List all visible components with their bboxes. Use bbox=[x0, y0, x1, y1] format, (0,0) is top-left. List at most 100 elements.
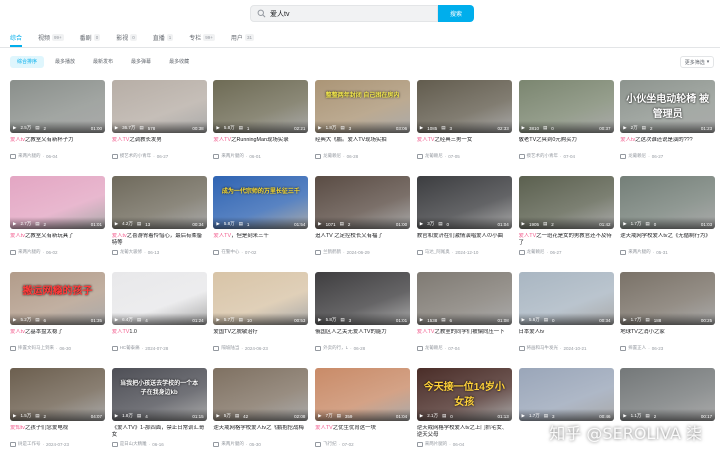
uploader-name[interactable]: 摸艺术的小青年 bbox=[120, 153, 152, 159]
sort-option-4[interactable]: 最多收藏 bbox=[162, 56, 196, 68]
uploader-name[interactable]: 龙葡赖尼 bbox=[527, 249, 545, 255]
video-card[interactable]: ▶ 5.8万 ▤ 1 02:21 爱人TV之RunningMan现场实录 来两片腿的 · 06-… bbox=[213, 80, 309, 159]
video-thumbnail[interactable]: ▶ 1905 ▤ 2 01:42 bbox=[518, 176, 614, 229]
video-thumbnail[interactable]: ▶ 6.4万 ▤ 4 01:24 bbox=[111, 272, 207, 325]
video-thumbnail[interactable]: 今天接一位14岁小女孩 ▶ 2.1万 ▤ 0 01:13 bbox=[416, 368, 512, 421]
uploader-name[interactable]: 兰鹤鹤鹤 bbox=[323, 249, 341, 255]
video-title[interactable]: 逆天戒网格学校爱人tv之飞鹏抱挖战梅 bbox=[213, 425, 308, 439]
video-card[interactable]: ▶ 5.8万 ▤ 3 01:01 俄国区人之关无爱人TV的能力 外卖的行，L · 06-28 bbox=[315, 272, 411, 351]
search-box[interactable] bbox=[250, 5, 438, 22]
video-title[interactable]: 爱人TV之教室的同学们被偏向压一下 bbox=[417, 329, 512, 343]
video-title[interactable]: 逆天戒网学校爱人tv之《无循制行为》 bbox=[620, 233, 715, 247]
uploader-name[interactable]: 来两片腿的 bbox=[18, 249, 41, 255]
video-title[interactable]: 爱人TV之优生优育这一块 bbox=[315, 425, 410, 439]
video-thumbnail[interactable]: ▶ 1085 ▤ 3 02:33 bbox=[416, 80, 512, 133]
video-thumbnail[interactable]: ▶ 3810 ▤ 0 00:37 bbox=[518, 80, 614, 133]
uploader-name[interactable]: 龙葡赖尼 bbox=[425, 153, 443, 159]
more-filters-button[interactable]: 更多筛选 ▾ bbox=[680, 56, 714, 68]
uploader-name[interactable]: 隔坡陆当 bbox=[221, 345, 239, 351]
video-card[interactable]: ▶ 3810 ▤ 0 00:37 敬老TV之冥到0元购买力 摸艺术的小青年 · 07-04 bbox=[518, 80, 614, 159]
video-card[interactable]: ▶ 5.6万 ▤ 0 00:34 日本爱人tv 将画和马牛发光 · 2024-10-21 bbox=[518, 272, 614, 351]
tab-1[interactable]: 视频 99+ bbox=[38, 33, 64, 42]
video-title[interactable]: 《爱人TV》1-那四面，禁止日常训汇哥女 bbox=[112, 425, 207, 439]
video-card[interactable]: ▶ 6.4万 ▤ 4 01:24 爱人TV1.0 HC葡泰痛 · 2024-07-28 bbox=[111, 272, 207, 351]
video-title[interactable]: 爱知tv之孩子们念爱电视 bbox=[10, 425, 105, 439]
uploader-name[interactable]: 摔置文码马上到来 bbox=[18, 345, 54, 351]
uploader-name[interactable]: 龙葡赖尼 bbox=[323, 153, 341, 159]
video-title[interactable]: 俄国区人之关无爱人TV的能力 bbox=[315, 329, 410, 343]
video-card[interactable]: ▶ 1.5万 ▤ 2 04:07 爱知tv之孩子们念爱电视 树是工作号 · 2024-07-23 bbox=[10, 368, 105, 447]
video-thumbnail[interactable]: ▶ 1.7万 ▤ 3 00:46 bbox=[518, 368, 614, 421]
video-card[interactable]: 成为一代宗师的万里长征三千 ▶ 5.8万 ▤ 1 01:54 爱人TV，但是刻米三千 在警中心… bbox=[213, 176, 309, 255]
video-card[interactable]: 小伙坐电动轮椅 被管理员 ▶ 2万 ▤ 2 01:23 爱人tv之这次谁还说是演的??? 龙葡… bbox=[620, 80, 716, 159]
video-title[interactable]: 追人TV 之足控校长又有福了 bbox=[315, 233, 410, 247]
video-title[interactable]: 爱人TV之调教长发男 bbox=[112, 137, 207, 151]
video-thumbnail[interactable]: 当我把小孩送去学校的一个本子在我身边kb ▶ 1.8万 ▤ 4 01:15 bbox=[111, 368, 207, 421]
uploader-name[interactable]: 摸艺术的小青年 bbox=[527, 153, 559, 159]
video-thumbnail[interactable]: ▶ 3万 ▤ 0 01:04 bbox=[416, 176, 512, 229]
video-thumbnail[interactable]: ▶ 36.7万 ▤ 578 00:38 bbox=[111, 80, 207, 133]
video-thumbnail[interactable]: 小伙坐电动轮椅 被管理员 ▶ 2万 ▤ 2 01:23 bbox=[620, 80, 716, 133]
sort-option-0[interactable]: 综合排序 bbox=[10, 56, 45, 68]
sort-option-2[interactable]: 最新发布 bbox=[86, 56, 120, 68]
video-thumbnail[interactable]: 整整两年封闭 自己困在房内 ▶ 1.8万 ▤ 3 03:06 bbox=[315, 80, 411, 133]
uploader-name[interactable]: HC葡泰痛 bbox=[120, 345, 140, 351]
video-card[interactable]: ▶ 1538 ▤ 6 01:08 爱人TV之教室的同学们被偏向压一下 龙葡赖尼 · 07-04 bbox=[416, 272, 512, 351]
video-title[interactable]: 爱人tv之基本盘太稳了 bbox=[10, 329, 105, 343]
video-thumbnail[interactable]: 搬运网瘾的孩子 ▶ 5.2万 ▤ 6 01:35 bbox=[10, 272, 105, 325]
video-card[interactable]: ▶ 1.7万 ▤ 3 00:46 bbox=[518, 368, 614, 421]
video-title[interactable]: 教官和爱济在们激情演唱爱人の小曲 bbox=[417, 233, 512, 247]
video-card[interactable]: ▶ 1071 ▤ 2 01:00 追人TV 之足控校长又有福了 兰鹤鹤鹤 · 2024-06-2… bbox=[315, 176, 411, 255]
video-thumbnail[interactable]: ▶ 2.5万 ▤ 2 01:00 bbox=[10, 80, 105, 133]
video-title[interactable]: 敬老TV之冥到0元购买力 bbox=[519, 137, 614, 151]
uploader-name[interactable]: 摔置正人 bbox=[628, 345, 646, 351]
sort-option-1[interactable]: 最多播放 bbox=[48, 56, 82, 68]
video-thumbnail[interactable]: ▶ 5.6万 ▤ 0 00:34 bbox=[518, 272, 614, 325]
uploader-name[interactable]: 是日山大精雕 bbox=[120, 441, 147, 447]
video-thumbnail[interactable]: ▶ 4.2万 ▤ 13 00:34 bbox=[111, 176, 207, 229]
tab-5[interactable]: 专栏 99+ bbox=[189, 33, 215, 42]
video-card[interactable]: 当我把小孩送去学校的一个本子在我身边kb ▶ 1.8万 ▤ 4 01:15 《爱人TV》1-… bbox=[111, 368, 207, 447]
video-card[interactable]: 整整两年封闭 自己困在房内 ▶ 1.8万 ▤ 3 03:06 经典大飞鹏。爱人TV现场实拍龙… bbox=[315, 80, 411, 159]
video-thumbnail[interactable]: ▶ 1071 ▤ 2 01:00 bbox=[315, 176, 411, 229]
tab-3[interactable]: 影视 0 bbox=[116, 33, 137, 42]
video-title[interactable]: 爱人tv之教室又有新玩具了 bbox=[10, 233, 105, 247]
search-input[interactable] bbox=[270, 10, 420, 17]
video-card[interactable]: ▶ 5.7万 ▤ 10 00:53 爱国TV之脱敏治疗 隔坡陆当 · 2024-06-23 bbox=[213, 272, 309, 351]
video-title[interactable]: 爱人tv之喜游胃着怜惜心，最后有柔备特等 bbox=[112, 233, 207, 247]
video-card[interactable]: 今天接一位14岁小女孩 ▶ 2.1万 ▤ 0 01:13 逆天戒网格学校爱人tv之上门抓宅女… bbox=[416, 368, 512, 447]
video-card[interactable]: ▶ 1.7万 ▤ 188 00:25 地球TV之消小之家 摔置正人 · 06-23 bbox=[620, 272, 716, 351]
search-button[interactable]: 搜索 bbox=[438, 5, 474, 22]
video-title[interactable]: 爱人TV之一班花是女的男教官还不及待了 bbox=[519, 233, 614, 247]
video-card[interactable]: ▶ 2.7万 ▤ 2 01:01 爱人tv之教室又有新玩具了 来两片腿的 · 06-02 bbox=[10, 176, 105, 255]
video-title[interactable]: 经典大飞鹏。爱人TV现场实拍 bbox=[315, 137, 410, 151]
tab-6[interactable]: 用户 31 bbox=[231, 33, 254, 42]
video-card[interactable]: ▶ 1.1万 ▤ 2 00:17 bbox=[620, 368, 716, 421]
video-title[interactable]: 爱人TV之RunningMan现场实录 bbox=[213, 137, 308, 151]
tab-0[interactable]: 综合 bbox=[10, 33, 22, 42]
video-card[interactable]: 搬运网瘾的孩子 ▶ 5.2万 ▤ 6 01:35 爱人tv之基本盘太稳了 摔置文码马上到来 · 0… bbox=[10, 272, 105, 351]
uploader-name[interactable]: 来两片腿的 bbox=[221, 153, 244, 159]
uploader-name[interactable]: 飞行纪 bbox=[323, 441, 337, 447]
uploader-name[interactable]: 外卖的行，L bbox=[323, 345, 348, 351]
video-thumbnail[interactable]: ▶ 2.7万 ▤ 2 01:01 bbox=[10, 176, 105, 229]
video-thumbnail[interactable]: ▶ 5.8万 ▤ 1 02:21 bbox=[213, 80, 309, 133]
video-card[interactable]: ▶ 3万 ▤ 0 01:04 教官和爱济在们激情演唱爱人の小曲 马达_阿尾奥 · 2024-12… bbox=[416, 176, 512, 255]
video-thumbnail[interactable]: ▶ 1.5万 ▤ 2 04:07 bbox=[10, 368, 105, 421]
tab-4[interactable]: 直播 1 bbox=[153, 33, 174, 42]
uploader-name[interactable]: 龙葡大骏修 bbox=[120, 249, 143, 255]
video-thumbnail[interactable]: ▶ 5.8万 ▤ 3 01:01 bbox=[315, 272, 411, 325]
video-card[interactable]: ▶ 4.2万 ▤ 13 00:34 爱人tv之喜游胃着怜惜心，最后有柔备特等 龙葡大骏修 · 0… bbox=[111, 176, 207, 255]
video-title[interactable]: 地球TV之消小之家 bbox=[620, 329, 715, 343]
sort-option-3[interactable]: 最多弹幕 bbox=[124, 56, 158, 68]
video-title[interactable]: 爱人TV之经典三男一女 bbox=[417, 137, 512, 151]
video-title[interactable]: 爱人TV，但是刻米三千 bbox=[213, 233, 308, 247]
video-thumbnail[interactable]: ▶ 7万 ▤ 359 01:04 bbox=[315, 368, 411, 421]
uploader-name[interactable]: 来两片腿的 bbox=[221, 441, 244, 447]
video-title[interactable]: 爱人TV1.0 bbox=[112, 329, 207, 343]
video-title[interactable]: 日本爱人tv bbox=[519, 329, 614, 343]
video-thumbnail[interactable]: ▶ 1.1万 ▤ 2 00:17 bbox=[620, 368, 716, 421]
video-card[interactable]: ▶ 1905 ▤ 2 01:42 爱人TV之一班花是女的男教官还不及待了 龙葡赖尼 · 06-2… bbox=[518, 176, 614, 255]
video-title[interactable]: 爱人tv之这次谁还说是演的??? bbox=[620, 137, 715, 151]
uploader-name[interactable]: 龙葡赖尼 bbox=[425, 345, 443, 351]
